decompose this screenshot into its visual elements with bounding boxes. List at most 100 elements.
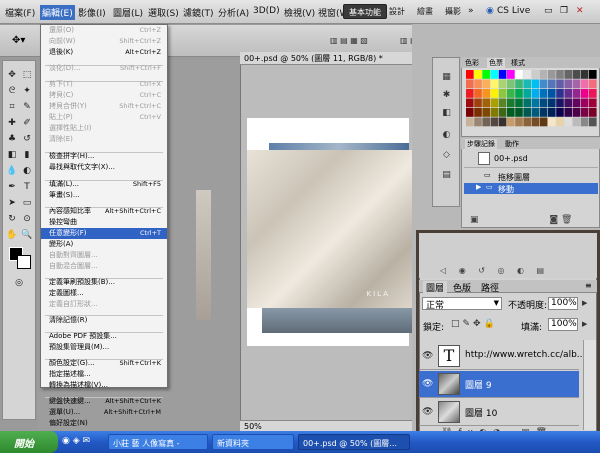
- menu-analysis[interactable]: 分析(A): [218, 6, 249, 19]
- path-selection-icon[interactable]: ➤: [5, 197, 19, 210]
- eraser-tool-icon[interactable]: ◧: [5, 149, 19, 162]
- swatch-cell[interactable]: [531, 79, 540, 89]
- opacity-arrow-icon[interactable]: ▶: [582, 299, 587, 307]
- menu-item[interactable]: 定義圖樣...: [41, 288, 167, 299]
- swatch-cell[interactable]: [466, 70, 474, 79]
- workspace-paint-button[interactable]: 繪畫: [412, 4, 438, 19]
- chevron-right-icon[interactable]: »: [468, 6, 474, 16]
- menu-item[interactable]: 預設集管理員(M)...: [41, 342, 167, 353]
- menu-item[interactable]: 任意變形(F) Ctrl+T: [41, 228, 167, 239]
- fill-field[interactable]: 100%: [548, 318, 578, 331]
- swatch-cell[interactable]: [548, 70, 556, 79]
- swatch-cell[interactable]: [539, 98, 548, 108]
- swatch-cell[interactable]: [556, 117, 564, 127]
- swatch-cell[interactable]: [539, 89, 548, 98]
- move-tool-icon[interactable]: ✥: [5, 69, 19, 82]
- swatch-cell[interactable]: [523, 98, 531, 108]
- history-panel-buttons[interactable]: ▣ ◙ 🗑: [470, 215, 572, 225]
- swatch-cell[interactable]: [548, 79, 556, 89]
- taskbar-item-photoshop[interactable]: 00+.psd @ 50% (圖層...: [298, 434, 410, 450]
- swatch-cell[interactable]: [548, 108, 556, 117]
- swatch-cell[interactable]: [466, 117, 474, 127]
- swatch-cell[interactable]: [564, 79, 572, 89]
- swatch-cell[interactable]: [523, 89, 531, 98]
- swatch-cell[interactable]: [564, 70, 572, 79]
- history-item-selected[interactable]: ▶ ▭ 移動: [464, 183, 598, 194]
- swatch-cell[interactable]: [531, 108, 540, 117]
- eye-icon[interactable]: 👁: [422, 379, 433, 389]
- hand-tool-icon[interactable]: ✋: [5, 229, 19, 242]
- swatch-cell[interactable]: [548, 89, 556, 98]
- layer-row-selected[interactable]: 👁 圖層 9: [419, 371, 579, 398]
- dodge-tool-icon[interactable]: ◐: [20, 165, 34, 178]
- magic-wand-icon[interactable]: ✦: [20, 85, 34, 98]
- tab-actions[interactable]: 動作: [505, 139, 519, 149]
- swatch-cell[interactable]: [572, 70, 581, 79]
- shape-tool-icon[interactable]: ▭: [20, 197, 34, 210]
- swatch-cell[interactable]: [490, 98, 499, 108]
- swatch-cell[interactable]: [556, 79, 564, 89]
- layer-row[interactable]: 👁 T http://www.wretch.cc/alb...: [419, 343, 585, 370]
- menu-item[interactable]: 筆畫(S)...: [41, 190, 167, 201]
- healing-brush-icon[interactable]: ✚: [5, 117, 19, 130]
- swatch-cell[interactable]: [498, 108, 507, 117]
- menu-item[interactable]: 填滿(L)... Shift+F5: [41, 179, 167, 190]
- tab-swatches[interactable]: 色票: [487, 58, 505, 68]
- blur-tool-icon[interactable]: 💧: [5, 165, 19, 178]
- adjustment-buttons[interactable]: ◁ ◉ ↺ ◎ ◐ ▤: [440, 266, 549, 275]
- swatch-cell[interactable]: [539, 108, 548, 117]
- swatch-cell[interactable]: [507, 117, 515, 127]
- swatch-cell[interactable]: [564, 89, 572, 98]
- menu-select[interactable]: 選取(S): [148, 6, 179, 19]
- menu-item[interactable]: 轉換為描述檔(V)...: [41, 380, 167, 391]
- swatch-cell[interactable]: [515, 98, 523, 108]
- swatches-panel-icon[interactable]: ✱: [440, 90, 453, 102]
- swatch-cell[interactable]: [498, 89, 507, 98]
- swatch-cell[interactable]: [466, 89, 474, 98]
- swatch-cell[interactable]: [531, 117, 540, 127]
- swatch-cell[interactable]: [548, 98, 556, 108]
- zoom-status[interactable]: 50%: [244, 422, 262, 431]
- adjustments-panel-icon[interactable]: ◧: [440, 108, 453, 120]
- swatch-cell[interactable]: [572, 79, 581, 89]
- menu-item[interactable]: 變形(A): [41, 239, 167, 250]
- crop-tool-icon[interactable]: ⌗: [5, 101, 19, 114]
- menu-item[interactable]: 內容感知比率 Alt+Shift+Ctrl+C: [41, 206, 167, 217]
- swatch-cell[interactable]: [474, 79, 482, 89]
- menu-item[interactable]: 定義筆刷預設集(B)...: [41, 277, 167, 288]
- brush-tool-icon[interactable]: ✐: [20, 117, 34, 130]
- swatch-cell[interactable]: [580, 89, 589, 98]
- swatch-grid[interactable]: [466, 70, 598, 132]
- quicklaunch-icons[interactable]: ◉ ◈ ✉: [62, 436, 90, 446]
- swatch-cell[interactable]: [474, 117, 482, 127]
- swatch-cell[interactable]: [589, 89, 597, 98]
- menu-edit[interactable]: 編輯(E): [40, 5, 75, 20]
- menu-image[interactable]: 影像(I): [78, 6, 106, 19]
- menu-item[interactable]: 尋找與取代文字(X)...: [41, 162, 167, 173]
- swatch-cell[interactable]: [589, 70, 597, 79]
- swatch-cell[interactable]: [531, 70, 540, 79]
- swatch-cell[interactable]: [515, 89, 523, 98]
- menu-layer[interactable]: 圖層(L): [113, 6, 143, 19]
- eye-icon[interactable]: 👁: [422, 351, 433, 361]
- 3d-orbit-icon[interactable]: ⊙: [20, 213, 34, 226]
- swatch-cell[interactable]: [507, 98, 515, 108]
- history-snapshot-row[interactable]: 00+.psd: [464, 150, 598, 168]
- eye-icon[interactable]: 👁: [422, 407, 433, 417]
- swatch-cell[interactable]: [548, 117, 556, 127]
- align-buttons[interactable]: ▥ ▤ ▦ ▧: [330, 36, 390, 46]
- swatch-cell[interactable]: [531, 89, 540, 98]
- swatch-cell[interactable]: [474, 89, 482, 98]
- swatch-cell[interactable]: [589, 108, 597, 117]
- tab-history[interactable]: 步驟記錄: [465, 139, 497, 149]
- clone-source-icon[interactable]: ◇: [440, 150, 453, 162]
- swatch-cell[interactable]: [507, 108, 515, 117]
- swatch-cell[interactable]: [523, 70, 531, 79]
- history-new-doc-icon[interactable]: ▣: [470, 215, 479, 225]
- menu-item[interactable]: 指定描述檔...: [41, 369, 167, 380]
- menu-item[interactable]: 鍵盤快速鍵... Alt+Shift+Ctrl+K: [41, 396, 167, 407]
- swatch-cell[interactable]: [498, 79, 507, 89]
- swatch-cell[interactable]: [523, 108, 531, 117]
- tab-channels[interactable]: 色版: [453, 281, 471, 294]
- swatch-cell[interactable]: [589, 79, 597, 89]
